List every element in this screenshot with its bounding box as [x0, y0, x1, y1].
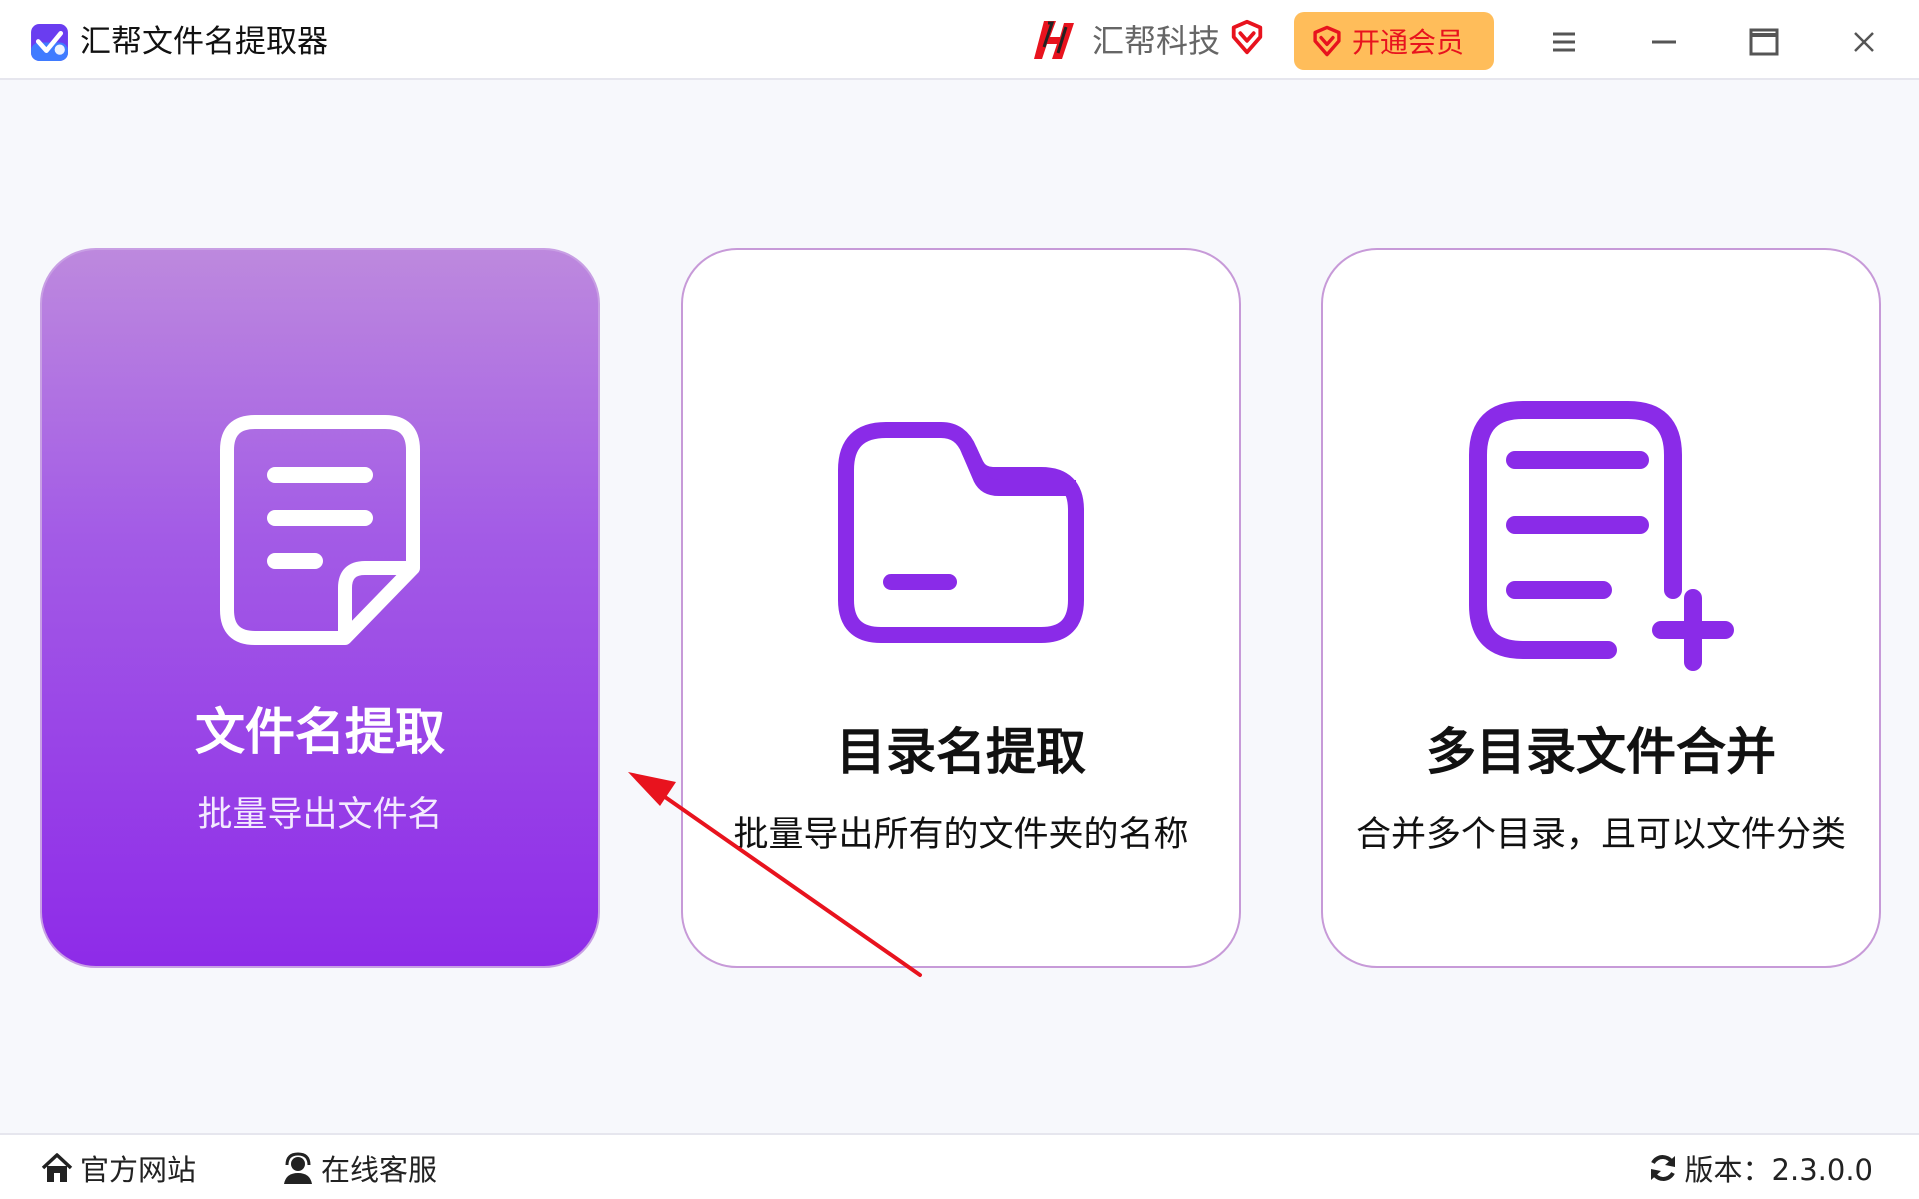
document-icon	[220, 415, 420, 645]
title-bar: 汇帮文件名提取器 汇帮科技 开通会员	[0, 0, 1919, 80]
minimize-icon	[1652, 40, 1676, 44]
maximize-button[interactable]	[1740, 18, 1788, 66]
version-label: 版本：2.3.0.0	[1684, 1153, 1873, 1187]
card-directory-extract[interactable]: 目录名提取 批量导出所有的文件夹的名称	[681, 248, 1241, 968]
brand-logo-icon	[1034, 21, 1074, 59]
home-icon	[41, 1153, 73, 1182]
online-support-link[interactable]: 在线客服	[281, 1147, 437, 1189]
version-info: 版本：2.3.0.0	[1647, 1147, 1873, 1189]
official-website-link[interactable]: 官方网站	[40, 1147, 196, 1189]
minimize-button[interactable]	[1640, 18, 1688, 66]
card-title: 多目录文件合并	[1426, 723, 1776, 781]
close-icon	[1854, 32, 1874, 52]
online-support-label: 在线客服	[321, 1153, 438, 1187]
brand-name: 汇帮科技	[1092, 22, 1221, 60]
card-description: 合并多个目录，且可以文件分类	[1355, 815, 1846, 855]
card-multi-directory-merge[interactable]: 多目录文件合并 合并多个目录，且可以文件分类	[1321, 248, 1881, 968]
diamond-icon	[1231, 19, 1263, 55]
card-title: 目录名提取	[836, 723, 1086, 781]
card-title: 文件名提取	[195, 703, 445, 761]
menu-icon	[1553, 32, 1575, 52]
vip-button[interactable]: 开通会员	[1294, 12, 1494, 70]
card-description: 批量导出所有的文件夹的名称	[733, 815, 1189, 855]
maximize-icon	[1749, 28, 1779, 56]
menu-button[interactable]	[1540, 18, 1588, 66]
folder-icon	[838, 422, 1084, 643]
diamond-icon	[1313, 25, 1341, 57]
card-filename-extract[interactable]: 文件名提取 批量导出文件名	[40, 248, 600, 968]
app-logo-icon	[31, 24, 68, 61]
refresh-icon	[1650, 1155, 1675, 1181]
app-title: 汇帮文件名提取器	[80, 24, 328, 60]
close-button[interactable]	[1840, 18, 1888, 66]
official-website-label: 官方网站	[80, 1153, 197, 1187]
headset-user-icon	[284, 1152, 312, 1184]
vip-button-label: 开通会员	[1352, 26, 1465, 59]
card-description: 批量导出文件名	[197, 795, 443, 835]
status-bar: 官方网站 在线客服 版本：2.3.0.0	[0, 1133, 1919, 1199]
list-add-icon	[1469, 401, 1734, 671]
